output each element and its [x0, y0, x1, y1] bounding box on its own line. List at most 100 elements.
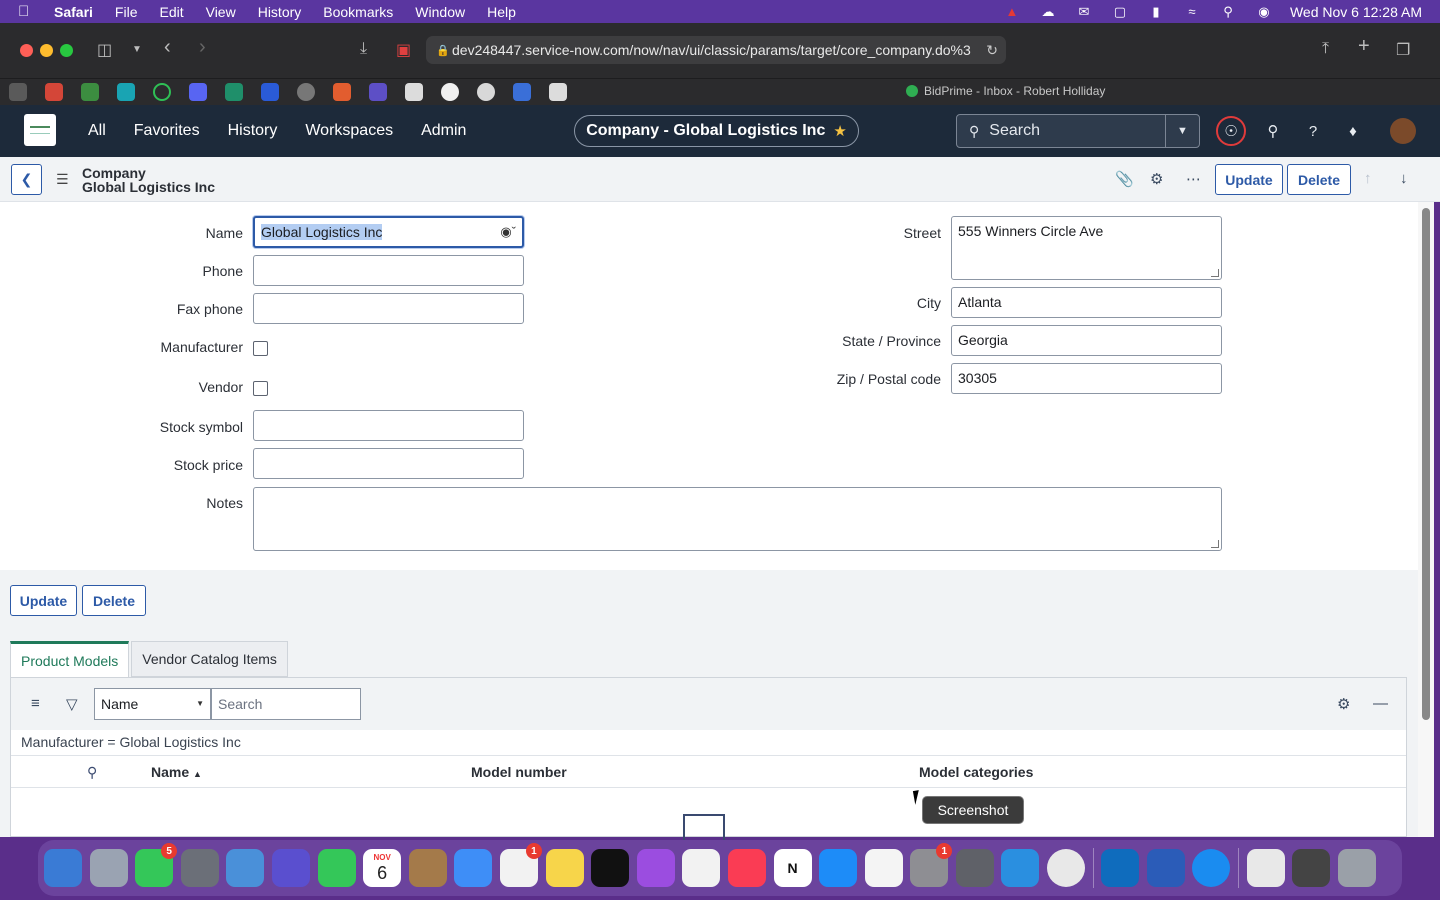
notion-icon[interactable]: N [773, 849, 812, 887]
tab-overview-icon[interactable]: ❐ [1396, 40, 1410, 60]
notes-icon[interactable] [545, 849, 584, 887]
filter-breadcrumb[interactable]: Manufacturer = Global Logistics Inc [21, 734, 241, 750]
outlook-status-icon[interactable]: ✉ [1074, 4, 1094, 19]
favorite-ball-alt-icon[interactable] [549, 83, 567, 101]
system-settings-icon[interactable]: 1 [910, 843, 953, 887]
menu-bookmarks[interactable]: Bookmarks [323, 4, 393, 20]
nav-favorites[interactable]: Favorites [134, 122, 200, 140]
user-avatar[interactable] [1390, 118, 1416, 144]
favorite-w-icon[interactable] [9, 83, 27, 101]
control-center-icon[interactable]: ◉ [1254, 4, 1274, 19]
nav-workspaces[interactable]: Workspaces [305, 122, 393, 140]
context-menu-icon[interactable]: ☰ [56, 171, 69, 188]
photos-icon[interactable] [864, 849, 903, 887]
street-resize-handle-icon[interactable] [1211, 269, 1219, 277]
attachment-icon[interactable]: 📎 [1115, 170, 1134, 188]
collapse-list-icon[interactable]: — [1373, 695, 1388, 712]
active-tab-title[interactable]: BidPrime - Inbox - Robert Holliday [906, 84, 1105, 98]
chevron-down-icon[interactable]: ▼ [132, 44, 142, 55]
back-button[interactable]: ❮ [11, 164, 42, 195]
bell-icon[interactable]: ♦ [1340, 118, 1366, 144]
discord-icon[interactable] [189, 83, 207, 101]
update-button[interactable]: Update [1215, 164, 1283, 195]
column-name[interactable]: Name ▲ [151, 764, 202, 780]
global-search[interactable]: ⚲ Search ▼ [956, 114, 1200, 148]
favorite-star-icon[interactable]: ★ [833, 122, 846, 140]
search-scope-dropdown-icon[interactable]: ▼ [1165, 115, 1199, 147]
vscode-icon[interactable] [1001, 849, 1040, 887]
messages-icon[interactable]: 5 [135, 843, 178, 887]
close-window-button[interactable] [20, 44, 33, 57]
globe-icon[interactable]: ☉ [1216, 116, 1246, 146]
forward-icon[interactable]: › [199, 36, 206, 59]
favorite-circle-icon[interactable] [153, 83, 171, 101]
back-icon[interactable]: ‹ [164, 36, 171, 59]
download-icon[interactable]: ⤓ [360, 40, 367, 58]
reference-dropdown-icon[interactable]: ◉ˇ [500, 224, 516, 240]
bottom-update-button[interactable]: Update [10, 585, 77, 616]
launchpad-icon[interactable] [89, 849, 128, 887]
street-textarea[interactable]: 555 Winners Circle Ave [951, 216, 1222, 280]
personalize-form-icon[interactable]: ⚙ [1150, 170, 1163, 188]
favorite-leaf-icon[interactable] [81, 83, 99, 101]
favorite-blue-icon[interactable] [261, 83, 279, 101]
zoom-window-button[interactable] [60, 44, 73, 57]
cloud-icon[interactable]: ☁ [1038, 4, 1058, 19]
phone-field[interactable] [253, 255, 524, 286]
apple-menu-icon[interactable]:  [18, 3, 36, 20]
apple-tv-icon[interactable] [591, 849, 630, 887]
favorite-arc-icon[interactable] [333, 83, 351, 101]
fax-phone-field[interactable] [253, 293, 524, 324]
address-bar[interactable]: 🔒 dev248447.service-now.com/now/nav/ui/c… [426, 36, 1006, 64]
favorite-gradient-icon[interactable] [117, 83, 135, 101]
news-icon[interactable] [682, 849, 721, 887]
context-pill[interactable]: Company - Global Logistics Inc ★ [574, 115, 859, 147]
github-icon[interactable] [441, 83, 459, 101]
favorite-square-icon[interactable] [225, 83, 243, 101]
mail-icon[interactable] [454, 849, 493, 887]
extension-icon[interactable]: ▣ [396, 40, 411, 60]
wifi-icon[interactable]: ≈ [1182, 4, 1202, 19]
nav-history[interactable]: History [228, 122, 278, 140]
github-alt-icon[interactable] [477, 83, 495, 101]
menu-help[interactable]: Help [487, 4, 516, 20]
tab-product-models[interactable]: Product Models [10, 641, 130, 677]
mcafee-icon[interactable]: ▲ [1002, 4, 1022, 19]
tab-vendor-catalog-items[interactable]: Vendor Catalog Items [131, 641, 288, 677]
podcasts-icon[interactable] [636, 849, 675, 887]
company-logo[interactable] [24, 114, 56, 146]
bottom-delete-button[interactable]: Delete [82, 585, 146, 616]
city-field[interactable]: Atlanta [951, 287, 1222, 318]
reload-icon[interactable]: ↻ [986, 42, 998, 59]
list-menu-icon[interactable]: ≡ [31, 695, 40, 712]
maps-icon[interactable] [226, 849, 265, 887]
word-icon[interactable] [1146, 849, 1185, 887]
vendor-checkbox[interactable] [253, 381, 268, 396]
notes-textarea[interactable] [253, 487, 1222, 551]
spotlight-search-icon[interactable]: ⚲ [1218, 4, 1238, 19]
previous-record-icon[interactable]: ↑ [1364, 170, 1372, 187]
nav-all[interactable]: All [88, 122, 106, 140]
list-search-input[interactable]: Search [211, 688, 361, 720]
filter-icon[interactable]: ▽ [66, 695, 78, 713]
finder-icon[interactable] [44, 849, 82, 887]
safari-icon[interactable] [1192, 849, 1231, 887]
help-icon[interactable]: ? [1300, 118, 1326, 144]
rocket-app-icon[interactable] [180, 849, 219, 887]
page-scrollbar[interactable] [1418, 202, 1434, 837]
minimize-window-button[interactable] [40, 44, 53, 57]
menu-history[interactable]: History [258, 4, 302, 20]
more-options-icon[interactable]: ⋯ [1186, 170, 1201, 188]
menu-safari[interactable]: Safari [54, 4, 93, 20]
app-store-icon[interactable] [819, 849, 858, 887]
window-icon[interactable]: ▢ [1110, 4, 1130, 19]
column-model-categories[interactable]: Model categories [919, 764, 1033, 780]
scrollbar-thumb[interactable] [1422, 208, 1430, 720]
nav-admin[interactable]: Admin [421, 122, 466, 140]
chat-icon[interactable]: ⚲ [1260, 118, 1286, 144]
resize-handle-icon[interactable] [1211, 540, 1219, 548]
screenshot-icon[interactable] [955, 849, 994, 887]
sidebar-icon[interactable]: ◫ [97, 40, 112, 60]
next-record-icon[interactable]: ↓ [1400, 170, 1408, 187]
reminders-icon[interactable]: 1 [499, 843, 542, 887]
